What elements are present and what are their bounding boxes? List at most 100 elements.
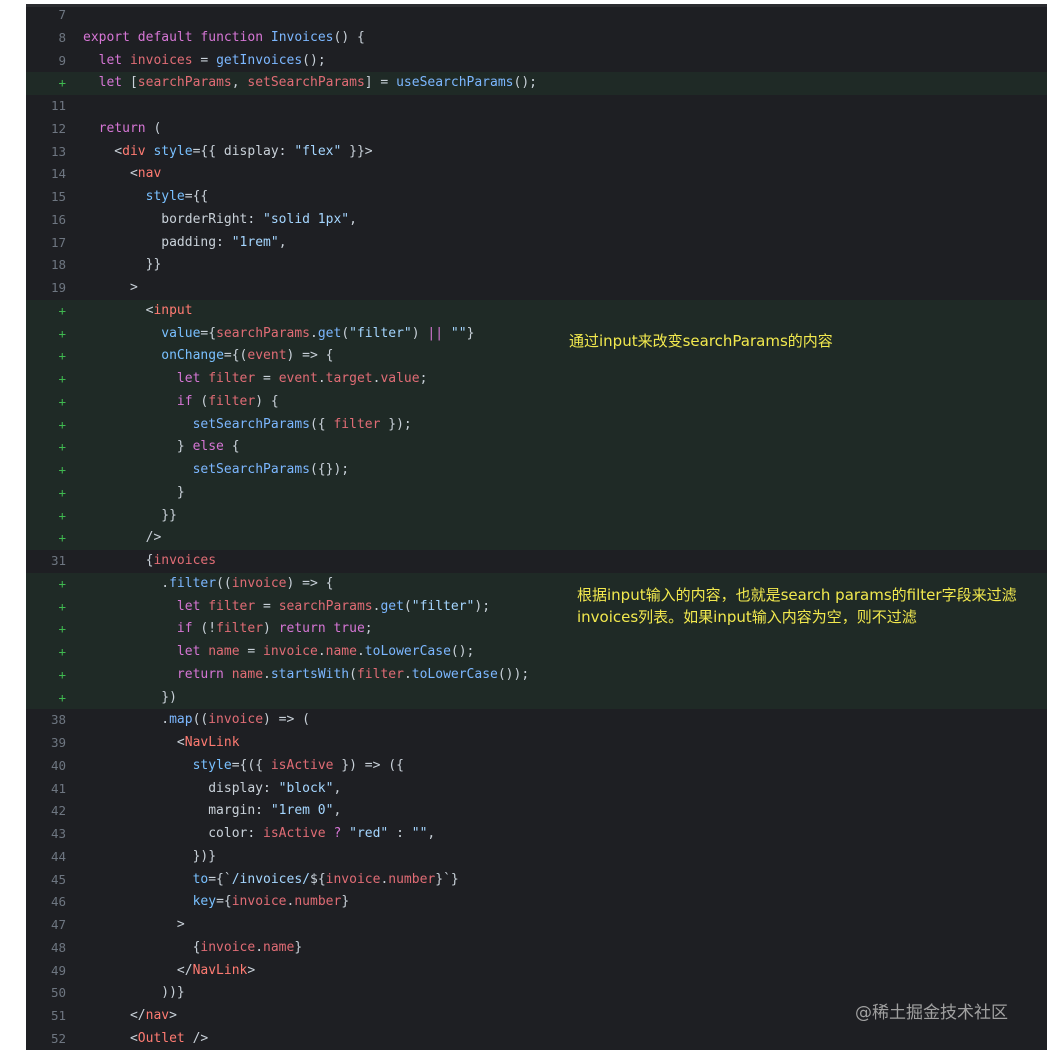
line-number: 40 bbox=[50, 757, 66, 773]
code-line[interactable]: 17 padding: "1rem", bbox=[26, 232, 1047, 255]
code-line[interactable]: 40 style={({ isActive }) => ({ bbox=[26, 755, 1047, 778]
code-line[interactable]: 9 let invoices = getInvoices(); bbox=[26, 50, 1047, 73]
code-line[interactable]: 45 to={`/invoices/${invoice.number}`} bbox=[26, 869, 1047, 892]
line-number: + bbox=[58, 325, 66, 341]
code-line[interactable]: 42 margin: "1rem 0", bbox=[26, 800, 1047, 823]
code-line[interactable]: 41 display: "block", bbox=[26, 778, 1047, 801]
code-line[interactable]: 15 style={{ bbox=[26, 186, 1047, 209]
code-editor[interactable]: 7 8 export default function Invoices() {9 … bbox=[26, 4, 1047, 1050]
code-line-added[interactable]: + setSearchParams({ filter }); bbox=[26, 413, 1047, 437]
code-line[interactable]: 12 return ( bbox=[26, 118, 1047, 141]
line-number: 38 bbox=[50, 712, 66, 728]
line-code: if (!filter) return true; bbox=[83, 618, 373, 641]
code-line[interactable]: 11 bbox=[26, 95, 1047, 118]
code-line-added[interactable]: + }) bbox=[26, 686, 1047, 710]
code-line-added[interactable]: + let name = invoice.name.toLowerCase(); bbox=[26, 641, 1047, 664]
line-number: + bbox=[58, 393, 66, 409]
line-number: 12 bbox=[50, 120, 66, 136]
code-token: filter bbox=[208, 393, 256, 409]
code-line[interactable]: 14 <nav bbox=[26, 163, 1047, 186]
line-code: /> bbox=[83, 527, 162, 550]
code-line[interactable]: 47 > bbox=[26, 914, 1047, 937]
code-token: ={{ bbox=[184, 189, 209, 204]
code-line[interactable]: 49 </NavLink> bbox=[26, 960, 1047, 983]
code-line-added[interactable]: + } else { bbox=[26, 436, 1047, 459]
code-token: "1rem" bbox=[231, 234, 279, 250]
line-code: </nav> bbox=[83, 1005, 177, 1028]
code-line-added[interactable]: + let filter = event.target.value; bbox=[26, 368, 1047, 391]
code-token: }} bbox=[83, 507, 177, 523]
code-token: target bbox=[325, 371, 373, 386]
code-line[interactable]: 7 bbox=[26, 4, 1047, 27]
code-line[interactable]: 38 .map((invoice) => ( bbox=[26, 709, 1047, 732]
code-line[interactable]: 31 {invoices bbox=[26, 550, 1047, 573]
code-line[interactable]: 18 }} bbox=[26, 254, 1047, 277]
line-code: .filter((invoice) => { bbox=[83, 573, 333, 596]
line-number: 11 bbox=[50, 98, 66, 113]
code-line-added[interactable]: + <input bbox=[26, 299, 1047, 323]
code-line-added[interactable]: + let [searchParams, setSearchParams] = … bbox=[26, 72, 1047, 95]
code-token: , bbox=[427, 826, 436, 841]
code-token: to bbox=[192, 871, 209, 887]
line-number: 47 bbox=[50, 917, 66, 932]
code-line[interactable]: 19 > bbox=[26, 277, 1047, 300]
line-number: 18 bbox=[50, 257, 66, 273]
code-token: , bbox=[333, 803, 342, 819]
line-number: 44 bbox=[50, 848, 66, 864]
code-line-added[interactable]: + /> bbox=[26, 527, 1047, 550]
code-line-added[interactable]: + return name.startsWith(filter.toLowerC… bbox=[26, 663, 1047, 687]
code-line[interactable]: 16 borderRight: "solid 1px", bbox=[26, 209, 1047, 232]
code-line[interactable]: 39 <NavLink bbox=[26, 732, 1047, 755]
code-token: map bbox=[169, 712, 193, 728]
annotation-filter-explanation: 根据input输入的内容，也就是search params的filter字段来过… bbox=[577, 584, 1017, 628]
code-line-added[interactable]: + if (filter) { bbox=[26, 390, 1047, 414]
code-line-added[interactable]: + }} bbox=[26, 504, 1047, 528]
code-token: }} bbox=[83, 257, 162, 273]
code-token: Outlet bbox=[137, 1030, 185, 1046]
code-token: < bbox=[83, 1030, 138, 1046]
code-token: toLowerCase bbox=[364, 644, 451, 659]
code-token: toLowerCase bbox=[411, 666, 498, 682]
code-line[interactable]: 46 key={invoice.number} bbox=[26, 891, 1047, 914]
code-token: { bbox=[83, 939, 201, 955]
annotation-text-line-2: invoices列表。如果input输入内容为空，则不过滤 bbox=[577, 608, 917, 626]
line-code: {invoices bbox=[83, 550, 216, 573]
code-token: ={` bbox=[208, 871, 232, 887]
code-line[interactable]: 43 color: isActive ? "red" : "", bbox=[26, 823, 1047, 846]
line-number: 46 bbox=[50, 894, 66, 910]
code-token: invoice bbox=[200, 939, 256, 955]
line-number: + bbox=[58, 348, 66, 364]
code-token: = bbox=[255, 598, 279, 614]
code-line[interactable]: 48 {invoice.name} bbox=[26, 937, 1047, 960]
code-token: event bbox=[278, 371, 318, 386]
line-code: }} bbox=[83, 254, 162, 277]
code-line[interactable]: 8 export default function Invoices() { bbox=[26, 27, 1047, 50]
code-token: > bbox=[83, 280, 138, 295]
code-line[interactable]: 44 })} bbox=[26, 846, 1047, 869]
code-line-added[interactable]: + } bbox=[26, 481, 1047, 505]
code-token: ({ bbox=[309, 416, 334, 432]
line-number: + bbox=[58, 666, 66, 682]
code-token: "" bbox=[411, 826, 428, 841]
code-token: , bbox=[231, 75, 248, 91]
code-token: "block" bbox=[278, 780, 334, 796]
code-line-added[interactable]: + value={searchParams.get("filter") || "… bbox=[26, 322, 1047, 346]
line-number: 8 bbox=[58, 29, 66, 45]
code-line-added[interactable]: + setSearchParams({}); bbox=[26, 459, 1047, 482]
line-number: + bbox=[58, 575, 66, 591]
code-line[interactable]: 52 <Outlet /> bbox=[26, 1028, 1047, 1050]
line-code: }) bbox=[83, 687, 177, 710]
line-code: let name = invoice.name.toLowerCase(); bbox=[83, 641, 474, 664]
code-token: { bbox=[83, 553, 154, 568]
code-token: startsWith bbox=[270, 666, 350, 682]
code-token: < bbox=[83, 166, 138, 182]
code-line-added[interactable]: + onChange={(event) => { bbox=[26, 345, 1047, 368]
code-line[interactable]: 13 <div style={{ display: "flex" }}> bbox=[26, 141, 1047, 164]
